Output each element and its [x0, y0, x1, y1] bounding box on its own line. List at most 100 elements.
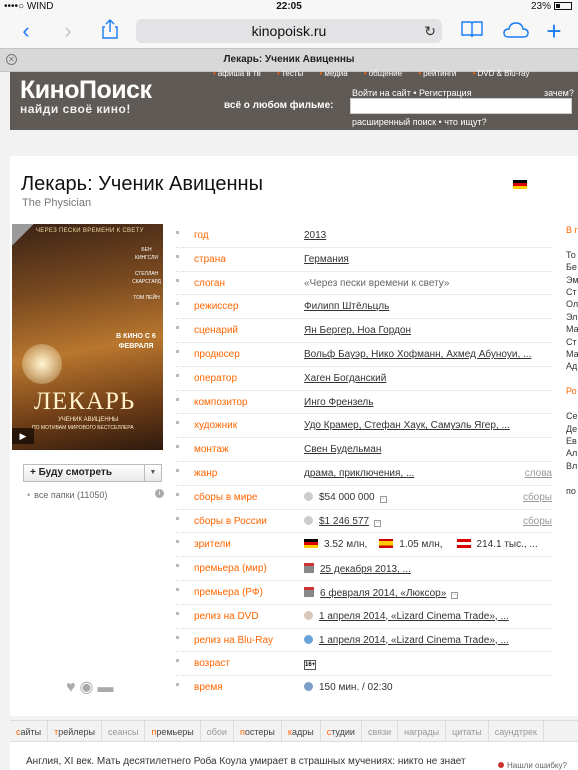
viewers-spain: 1.05 млн,	[399, 539, 443, 551]
bookmark-corner-icon[interactable]	[12, 224, 34, 246]
row-value[interactable]: Вольф Бауэр, Нико Хофманн, Ахмед Абуноуи…	[304, 349, 531, 360]
row-value[interactable]: Хаген Богданский	[304, 373, 386, 384]
bookmarks-icon[interactable]	[460, 19, 484, 43]
right-col-item[interactable]: Се	[566, 410, 578, 422]
viewers-austria[interactable]: 214.1 тыс., ...	[477, 539, 538, 550]
row-value: 150 мин. / 02:30	[319, 682, 393, 694]
tab-premieres[interactable]: премьеры	[145, 721, 201, 741]
play-trailer-icon[interactable]: ▶	[12, 428, 34, 444]
share-icon[interactable]	[98, 19, 122, 47]
info-row-premiere-rf: премьера (РФ) 6 февраля 2014, «Люксор» −	[176, 581, 552, 605]
right-col-item[interactable]: Де	[566, 423, 578, 435]
section-tabs: сайты трейлеры сеансы премьеры обои постеры ка…	[10, 720, 578, 742]
address-bar[interactable]: kinopoisk.ru ↻	[136, 19, 442, 43]
row-value[interactable]: 25 декабря 2013, ...	[320, 564, 411, 575]
right-col-item[interactable]: по	[566, 485, 578, 497]
right-col-item[interactable]: То	[566, 249, 578, 261]
new-tab-icon[interactable]: +	[542, 18, 566, 44]
right-col-item[interactable]: Ма	[566, 348, 578, 360]
right-col-item[interactable]: Ол	[566, 298, 578, 310]
expand-icon[interactable]: −	[374, 519, 382, 527]
menu-item[interactable]: рейтинги	[418, 69, 456, 78]
row-label: сборы в России	[194, 515, 267, 527]
row-value[interactable]: 2013	[304, 230, 326, 241]
tab-studios[interactable]: студии	[321, 721, 362, 741]
info-icon[interactable]: i	[155, 489, 164, 498]
calendar-icon	[304, 586, 314, 597]
info-row-editing: монтаж Свен Будельман	[176, 438, 552, 462]
tab-stills[interactable]: кадры	[282, 721, 321, 741]
tab-title[interactable]: Лекарь: Ученик Авиценны	[0, 54, 578, 65]
forward-icon[interactable]: ›	[56, 19, 80, 43]
right-col-item[interactable]: Ев	[566, 435, 578, 447]
row-value: $54 000 000	[319, 491, 375, 503]
why-link[interactable]: зачем?	[544, 88, 574, 98]
icloud-tabs-icon[interactable]	[502, 19, 530, 43]
keywords-link[interactable]: слова	[525, 468, 552, 479]
search-input[interactable]	[350, 98, 572, 114]
login-links[interactable]: Войти на сайт • Регистрация	[352, 88, 472, 98]
right-col-item[interactable]: Ст	[566, 286, 578, 298]
row-value[interactable]: драма, приключения, ...	[304, 468, 414, 479]
report-error-link[interactable]: Нашли ошибку?	[498, 761, 567, 770]
tab-quotes[interactable]: цитаты	[446, 721, 489, 741]
tab-wallpapers[interactable]: обои	[201, 721, 234, 741]
row-value[interactable]: 6 февраля 2014, «Люксор»	[320, 588, 446, 599]
row-value[interactable]: 1 апреля 2014, «Lizard Cinema Trade», ..…	[319, 611, 509, 622]
search-links[interactable]: расширенный поиск • что ищут?	[352, 117, 487, 127]
reload-icon[interactable]: ↻	[424, 19, 436, 43]
row-value[interactable]: Инго Френзель	[304, 397, 373, 408]
row-value[interactable]: Германия	[304, 254, 349, 265]
info-row-slogan: слоган «Через пески времени к свету»	[176, 272, 552, 296]
tab-trailers[interactable]: трейлеры	[48, 721, 103, 741]
right-col-item[interactable]: Ал	[566, 447, 578, 459]
right-col-item[interactable]: Эл	[566, 311, 578, 323]
expand-icon[interactable]: −	[451, 591, 459, 599]
row-value[interactable]: Свен Будельман	[304, 444, 381, 455]
will-watch-button[interactable]: + Буду смотреть ▼	[23, 464, 162, 482]
tab-sites[interactable]: сайты	[10, 721, 49, 741]
back-icon[interactable]: ‹	[14, 19, 38, 43]
row-value[interactable]: Филипп Штёльцль	[304, 301, 389, 312]
row-label: продюсер	[194, 348, 240, 360]
row-value[interactable]: Ян Бергер, Ноа Гордон	[304, 325, 411, 336]
right-col-item[interactable]: Ад	[566, 360, 578, 372]
poster-sun	[22, 344, 62, 384]
right-col-item[interactable]: Ма	[566, 323, 578, 335]
right-col-item	[566, 398, 578, 410]
right-col-item[interactable]: Эм	[566, 274, 578, 286]
tab-showtimes[interactable]: сеансы	[102, 721, 146, 741]
tab-posters[interactable]: постеры	[234, 721, 282, 741]
tab-awards[interactable]: награды	[398, 721, 447, 741]
row-value[interactable]: Удо Крамер, Стефан Хаук, Самуэль Ягер, .…	[304, 420, 510, 431]
menu-item[interactable]: медиа	[320, 69, 348, 78]
row-value-wrap: $54 000 000−	[304, 491, 387, 503]
heart-icon[interactable]: ♥	[66, 679, 76, 696]
expand-icon[interactable]: −	[379, 495, 387, 503]
box-office-link[interactable]: сборы	[523, 516, 552, 527]
movie-poster[interactable]: ЧЕРЕЗ ПЕСКИ ВРЕМЕНИ К СВЕТУ БЕН КИНГСЛИ …	[12, 224, 163, 450]
box-office-link[interactable]: сборы	[523, 492, 552, 503]
row-label: премьера (мир)	[194, 563, 267, 575]
row-value[interactable]: 1 апреля 2014, «Lizard Cinema Trade», ..…	[319, 635, 509, 646]
right-col-item[interactable]: Вл	[566, 460, 578, 472]
menu-item[interactable]: тесты	[277, 69, 303, 78]
tab-links[interactable]: связи	[362, 721, 399, 741]
right-col-item[interactable]: Бе	[566, 261, 578, 273]
tab-soundtrack[interactable]: саундтрек	[489, 721, 544, 741]
menu-item[interactable]: DVD & Blu-ray	[473, 69, 530, 78]
row-value[interactable]: $1 246 577	[319, 516, 369, 527]
menu-item[interactable]: афиша в тв	[213, 69, 261, 78]
movie-description: Англия, XI век. Мать десятилетнего Роба …	[10, 742, 578, 770]
info-row-viewers: зрители 3.52 млн, 1.05 млн, 214.1 тыс., ...	[176, 533, 552, 558]
eye-icon[interactable]: ◉	[80, 679, 94, 696]
info-row-director: режиссер Филипп Штёльцль	[176, 295, 552, 320]
right-col-item[interactable]: Ст	[566, 336, 578, 348]
comment-icon[interactable]: ▬	[97, 679, 113, 696]
menu-item[interactable]: общение	[364, 69, 402, 78]
chevron-down-icon[interactable]: ▼	[144, 465, 161, 481]
all-folders-link[interactable]: все папки (11050)	[27, 490, 107, 500]
info-row-dvd: релиз на DVD 1 апреля 2014, «Lizard Cinem…	[176, 605, 552, 629]
site-logo[interactable]: КиноПоиск найди своё кино!	[20, 76, 152, 116]
row-label: оператор	[194, 372, 238, 384]
